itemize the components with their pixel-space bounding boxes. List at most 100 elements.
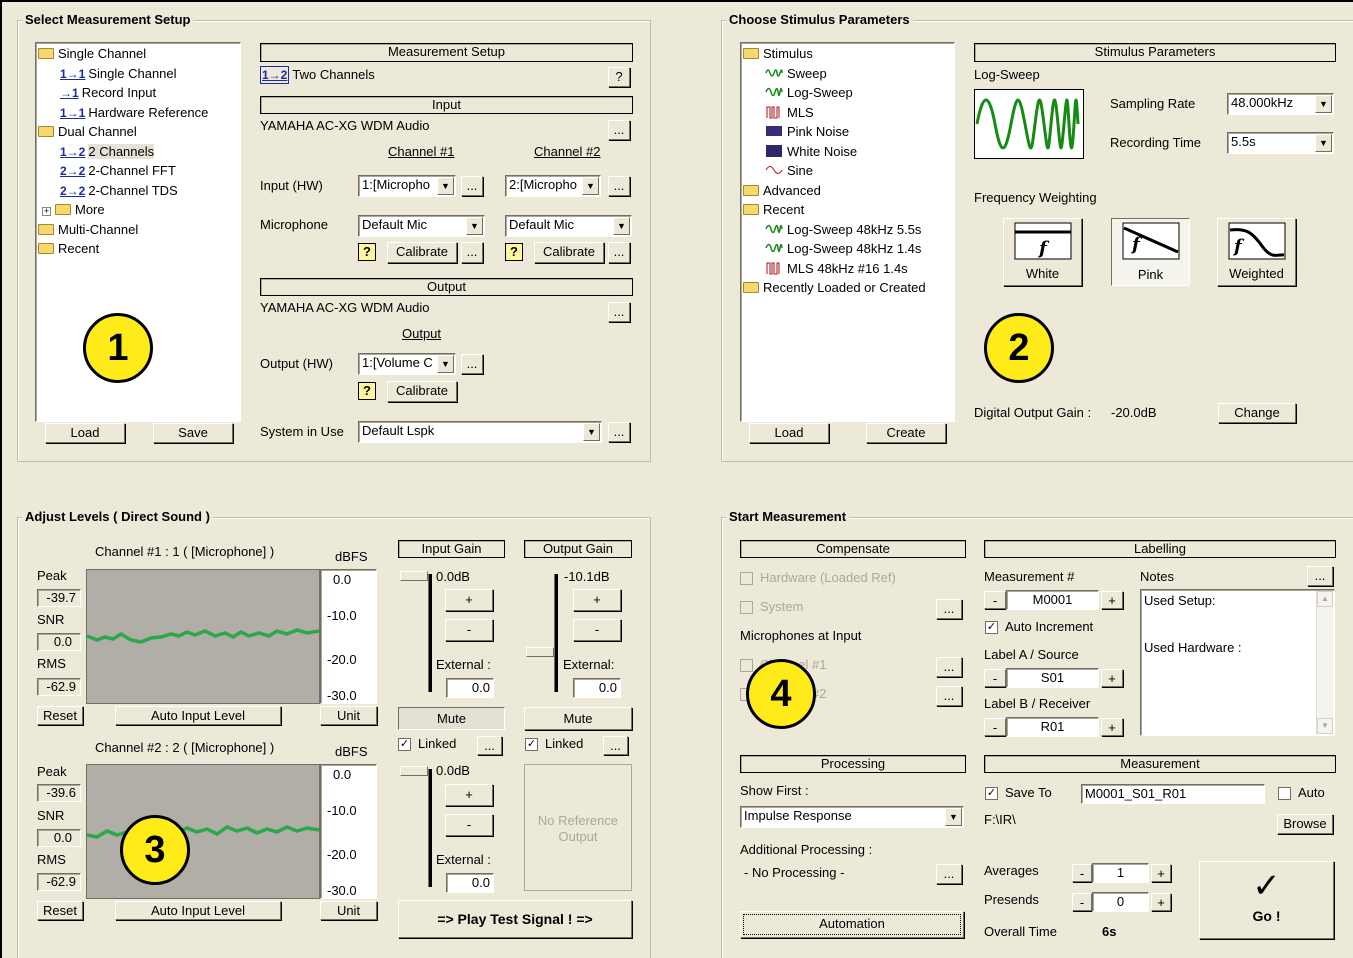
mic1-checkbox[interactable] (740, 659, 753, 672)
ch2-reset-button[interactable]: Reset (37, 901, 83, 920)
tree-item-2-channel-fft[interactable]: 2→2 2-Channel FFT (60, 162, 176, 180)
output-mute-button[interactable]: Mute (524, 707, 632, 730)
input-hw2-select[interactable]: 2:[Micropho ▼ (505, 175, 601, 197)
sampling-rate-select[interactable]: 48.000kHz ▼ (1227, 93, 1334, 115)
auto-filename-checkbox[interactable] (1278, 787, 1291, 800)
hardware-ref-checkbox[interactable] (740, 572, 753, 585)
tree-item-recent[interactable]: Recent (38, 240, 99, 258)
weighting-weighted-button[interactable]: f Weighted (1217, 218, 1296, 286)
input-linked-checkbox[interactable]: ✓ (398, 738, 411, 751)
mic1-browse[interactable]: ... (461, 242, 483, 263)
tree-item-single-channel[interactable]: Single Channel (38, 45, 146, 63)
input-device-browse[interactable]: ... (608, 120, 630, 140)
tree-item-mls[interactable]: MLS (765, 104, 814, 122)
tree-item-more[interactable]: + More (42, 201, 105, 219)
tree-item-2-channel-tds[interactable]: 2→2 2-Channel TDS (60, 182, 178, 200)
input-gain1-plus[interactable]: + (445, 589, 493, 611)
mic2-browse[interactable]: ... (608, 242, 630, 263)
presends-increment[interactable]: + (1151, 893, 1171, 911)
weighting-pink-button[interactable]: f Pink (1111, 218, 1190, 286)
output-gain-plus[interactable]: + (573, 589, 621, 611)
output-external-field[interactable]: 0.0 (573, 678, 621, 698)
notes-textarea[interactable]: Used Setup: Used Hardware : ▲ ▼ (1140, 589, 1335, 736)
ch2-unit-button[interactable]: Unit (320, 901, 377, 920)
system-in-use-select[interactable]: Default Lspk ▼ (358, 421, 602, 443)
output-calibrate-button[interactable]: Calibrate (387, 381, 457, 402)
load-stimulus-button[interactable]: Load (749, 423, 829, 443)
input-gain1-thumb[interactable] (400, 571, 428, 581)
save-setup-button[interactable]: Save (153, 423, 233, 443)
mic1-browse[interactable]: ... (936, 657, 962, 677)
stimulus-tree[interactable]: Stimulus Sweep Log-Sweep MLS Pink Noise … (740, 42, 955, 422)
mic1-help-icon[interactable]: ? (358, 243, 376, 261)
help-button[interactable]: ? (608, 67, 630, 87)
system-browse[interactable]: ... (608, 422, 630, 442)
averages-increment[interactable]: + (1151, 864, 1171, 882)
ch1-reset-button[interactable]: Reset (37, 706, 83, 725)
tree-item-stimulus[interactable]: Stimulus (743, 45, 813, 63)
output-gain-thumb[interactable] (526, 647, 554, 657)
notes-scrollbar[interactable]: ▲ ▼ (1316, 591, 1333, 734)
output-hw-select[interactable]: 1:[Volume C ▼ (358, 353, 456, 375)
tree-item-2-channels[interactable]: 1→2 2 Channels (60, 143, 155, 161)
tree-item-recently-loaded[interactable]: Recently Loaded or Created (743, 279, 926, 297)
create-stimulus-button[interactable]: Create (866, 423, 946, 443)
play-test-signal-button[interactable]: => Play Test Signal ! => (398, 900, 632, 938)
mic2-browse[interactable]: ... (936, 686, 962, 706)
tree-item-pink-noise[interactable]: Pink Noise (765, 123, 849, 141)
input-gain2-slider[interactable] (428, 769, 432, 887)
save-to-checkbox[interactable]: ✓ (985, 787, 998, 800)
input-external2-field[interactable]: 0.0 (446, 873, 494, 893)
processing-browse[interactable]: ... (936, 864, 962, 884)
input-mute-button[interactable]: Mute (398, 707, 505, 730)
mic2-select[interactable]: Default Mic ▼ (505, 215, 632, 237)
measurement-increment[interactable]: + (1101, 591, 1123, 609)
output-hw-browse[interactable]: ... (461, 354, 483, 374)
system-browse[interactable]: ... (936, 599, 962, 619)
ch2-auto-input-level-button[interactable]: Auto Input Level (115, 901, 281, 920)
tree-item-dual-channel[interactable]: Dual Channel (38, 123, 137, 141)
output-gain-minus[interactable]: - (573, 619, 621, 641)
expand-plus-icon[interactable]: + (42, 207, 51, 216)
tree-item-recent[interactable]: Recent (743, 201, 804, 219)
tree-item-log-sweep[interactable]: Log-Sweep (765, 84, 853, 102)
input-gain2-plus[interactable]: + (445, 784, 493, 806)
input-gain2-thumb[interactable] (400, 766, 428, 776)
presends-field[interactable]: 0 (1092, 892, 1149, 912)
change-gain-button[interactable]: Change (1218, 403, 1296, 423)
scroll-down-icon[interactable]: ▼ (1317, 718, 1333, 734)
mic1-calibrate-button[interactable]: Calibrate (387, 242, 457, 263)
label-b-field[interactable]: R01 (1006, 717, 1099, 737)
output-linked-browse[interactable]: ... (603, 736, 628, 755)
tree-item-multi-channel[interactable]: Multi-Channel (38, 221, 138, 239)
scroll-up-icon[interactable]: ▲ (1317, 591, 1333, 607)
save-to-filename-field[interactable]: M0001_S01_R01 (1081, 784, 1265, 804)
label-a-increment[interactable]: + (1101, 669, 1123, 687)
tree-item-recent-3[interactable]: MLS 48kHz #16 1.4s (765, 260, 908, 278)
input-hw2-browse[interactable]: ... (608, 176, 630, 196)
presends-decrement[interactable]: - (1072, 893, 1092, 911)
go-button[interactable]: ✓ Go ! (1199, 861, 1334, 939)
tree-item-recent-1[interactable]: Log-Sweep 48kHz 5.5s (765, 221, 921, 239)
output-gain-slider[interactable] (554, 574, 558, 692)
tree-item-record-input[interactable]: →1 Record Input (60, 84, 156, 102)
input-hw1-select[interactable]: 1:[Micropho ▼ (358, 175, 456, 197)
notes-browse[interactable]: ... (1307, 566, 1333, 586)
label-a-field[interactable]: S01 (1006, 668, 1099, 688)
recording-time-select[interactable]: 5.5s ▼ (1227, 132, 1334, 154)
tree-item-sine[interactable]: Sine (765, 162, 813, 180)
load-setup-button[interactable]: Load (45, 423, 125, 443)
measurement-decrement[interactable]: - (984, 591, 1006, 609)
averages-decrement[interactable]: - (1072, 864, 1092, 882)
mic1-select[interactable]: Default Mic ▼ (358, 215, 485, 237)
output-linked-checkbox[interactable]: ✓ (525, 738, 538, 751)
input-gain1-minus[interactable]: - (445, 619, 493, 641)
label-b-decrement[interactable]: - (984, 718, 1006, 736)
input-hw1-browse[interactable]: ... (461, 176, 483, 196)
ch1-unit-button[interactable]: Unit (320, 706, 377, 725)
setup-tree[interactable]: Single Channel 1→1 Single Channel →1 Recor… (35, 42, 241, 422)
mic2-help-icon[interactable]: ? (505, 243, 523, 261)
input-gain1-slider[interactable] (428, 574, 432, 692)
output-device-browse[interactable]: ... (608, 302, 630, 322)
tree-item-sweep[interactable]: Sweep (765, 65, 827, 83)
